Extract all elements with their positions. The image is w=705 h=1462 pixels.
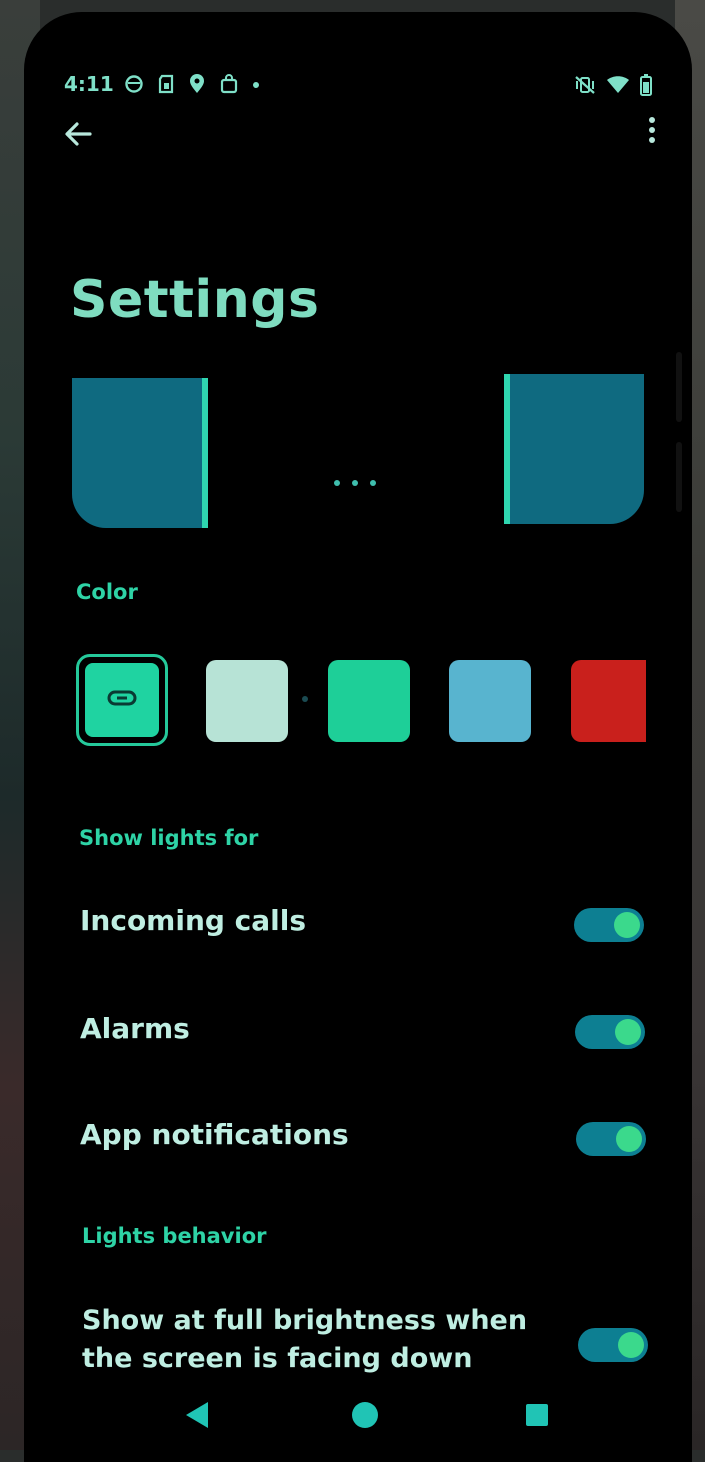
triangle-back-icon[interactable] bbox=[184, 1400, 210, 1434]
side-button bbox=[676, 352, 682, 422]
toggle-knob bbox=[616, 1126, 642, 1152]
more-options-button[interactable] bbox=[642, 112, 662, 152]
wifi-icon bbox=[606, 75, 630, 95]
dot-icon bbox=[252, 74, 260, 94]
light-edge bbox=[202, 378, 208, 528]
sim-card-icon bbox=[158, 74, 174, 94]
phone-screen: 4:11 Settings Color Show lights for Inco… bbox=[24, 12, 692, 1462]
circle-home-icon[interactable] bbox=[352, 1402, 378, 1428]
light-edge bbox=[504, 374, 510, 524]
light-preview-left bbox=[72, 378, 208, 528]
location-pin-icon bbox=[188, 74, 206, 94]
preview-dots bbox=[334, 480, 376, 486]
color-swatches bbox=[76, 654, 646, 754]
color-swatch-green[interactable] bbox=[328, 660, 410, 742]
page-title: Settings bbox=[70, 270, 320, 330]
swatch-separator bbox=[302, 696, 308, 702]
section-color-label: Color bbox=[76, 580, 138, 604]
toggle-knob bbox=[615, 1019, 641, 1045]
status-bar: 4:11 bbox=[64, 72, 664, 102]
setting-alarms-label: Alarms bbox=[80, 1012, 190, 1045]
toggle-knob bbox=[618, 1332, 644, 1358]
status-time: 4:11 bbox=[64, 72, 114, 96]
circle-app-icon bbox=[124, 74, 144, 94]
full-brightness-toggle[interactable] bbox=[578, 1328, 648, 1362]
arrow-left-icon bbox=[62, 122, 94, 154]
swatch-fill bbox=[85, 663, 159, 737]
setting-app-notifications-label: App notifications bbox=[80, 1118, 349, 1151]
incoming-calls-toggle[interactable] bbox=[574, 908, 644, 942]
alarms-toggle[interactable] bbox=[575, 1015, 645, 1049]
vibrate-muted-icon bbox=[574, 75, 596, 95]
system-icons bbox=[574, 74, 652, 96]
section-show-lights-label: Show lights for bbox=[79, 826, 259, 850]
link-icon bbox=[106, 689, 138, 711]
more-vert-icon bbox=[642, 117, 662, 156]
setting-incoming-calls-label: Incoming calls bbox=[80, 904, 307, 937]
light-preview-right bbox=[504, 374, 644, 524]
section-lights-behavior-label: Lights behavior bbox=[82, 1224, 267, 1248]
battery-icon bbox=[640, 74, 652, 96]
shopping-bag-icon bbox=[220, 74, 238, 94]
color-swatch-red[interactable] bbox=[571, 660, 646, 742]
color-swatch-linked[interactable] bbox=[76, 654, 168, 746]
app-notifications-toggle[interactable] bbox=[576, 1122, 646, 1156]
full-brightness-label: Show at full brightness when the screen … bbox=[82, 1305, 528, 1374]
back-button[interactable] bbox=[62, 118, 98, 154]
color-swatch-mint[interactable] bbox=[206, 660, 288, 742]
toggle-knob bbox=[614, 912, 640, 938]
color-swatch-blue[interactable] bbox=[449, 660, 531, 742]
side-button bbox=[676, 442, 682, 512]
navigation-bar bbox=[24, 1396, 692, 1446]
square-recents-icon[interactable] bbox=[526, 1404, 548, 1426]
notification-icons bbox=[124, 74, 260, 94]
